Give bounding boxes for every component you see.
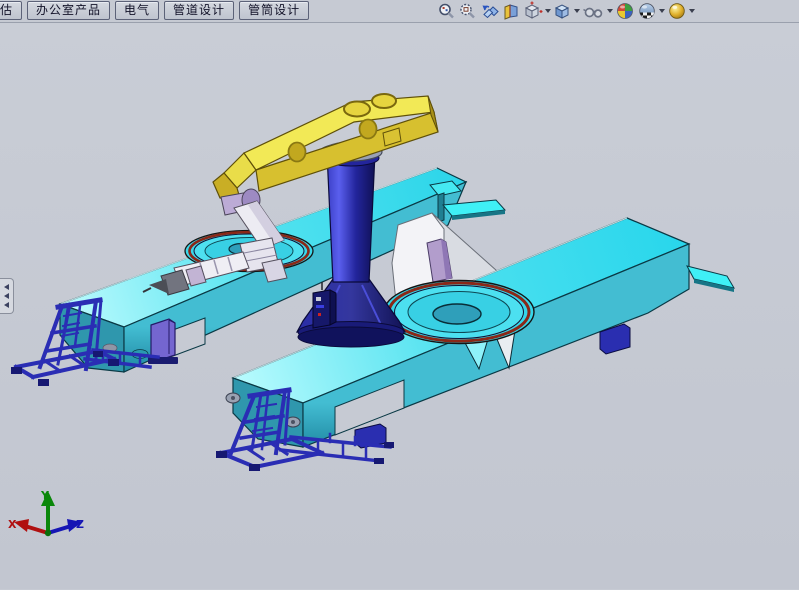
dropdown-arrow-icon <box>689 9 695 13</box>
command-manager-toolbar: 估 办公室产品 电气 管道设计 管筒设计 <box>0 0 799 23</box>
triad-x-label: X <box>8 518 17 531</box>
panel-collapse-button[interactable] <box>0 278 14 314</box>
glasses-icon <box>582 3 605 20</box>
graphics-viewport[interactable]: Y X Z <box>0 23 799 589</box>
scene-ball-icon <box>637 1 657 21</box>
section-view-icon <box>502 2 520 21</box>
view-settings-button[interactable] <box>667 1 695 21</box>
display-style-button[interactable] <box>553 1 580 21</box>
display-style-icon <box>553 1 572 21</box>
color-ball-icon <box>615 1 635 21</box>
zoom-to-area-button[interactable] <box>458 1 477 21</box>
view-orientation-button[interactable] <box>522 1 551 21</box>
triad-y-label: Y <box>40 489 50 502</box>
zoom-to-fit-icon <box>437 2 456 21</box>
collapse-arrow-icon <box>4 302 9 308</box>
dropdown-arrow-icon <box>659 9 665 13</box>
tab-evaluate-partial[interactable]: 估 <box>0 1 22 20</box>
right-beam-ring[interactable] <box>384 281 534 344</box>
triad-z-label: Z <box>76 518 84 531</box>
dropdown-arrow-icon <box>607 9 613 13</box>
dropdown-arrow-icon <box>574 9 580 13</box>
tab-electrical[interactable]: 电气 <box>115 1 159 20</box>
tab-office-products[interactable]: 办公室产品 <box>27 1 110 20</box>
model-scene[interactable]: Y X Z <box>0 23 799 590</box>
tab-piping-design[interactable]: 管道设计 <box>164 1 234 20</box>
zoom-to-fit-button[interactable] <box>437 1 456 21</box>
toolbar-tabs: 估 办公室产品 电气 管道设计 管筒设计 <box>0 1 309 20</box>
edit-appearance-button[interactable] <box>615 1 635 21</box>
collapse-arrow-icon <box>4 284 9 290</box>
hide-show-items-button[interactable] <box>582 1 613 21</box>
view-orientation-icon <box>522 1 543 21</box>
dropdown-arrow-icon <box>545 9 551 13</box>
zoom-to-area-icon <box>458 2 477 21</box>
apply-scene-button[interactable] <box>637 1 665 21</box>
tab-tubing-design[interactable]: 管筒设计 <box>239 1 309 20</box>
section-view-button[interactable] <box>502 1 520 21</box>
orientation-triad: Y X Z <box>8 489 84 536</box>
gold-ball-icon <box>667 1 687 21</box>
previous-view-icon <box>479 2 500 21</box>
heads-up-view-toolbar <box>436 0 696 22</box>
previous-view-button[interactable] <box>479 1 500 21</box>
collapse-arrow-icon <box>4 293 9 299</box>
